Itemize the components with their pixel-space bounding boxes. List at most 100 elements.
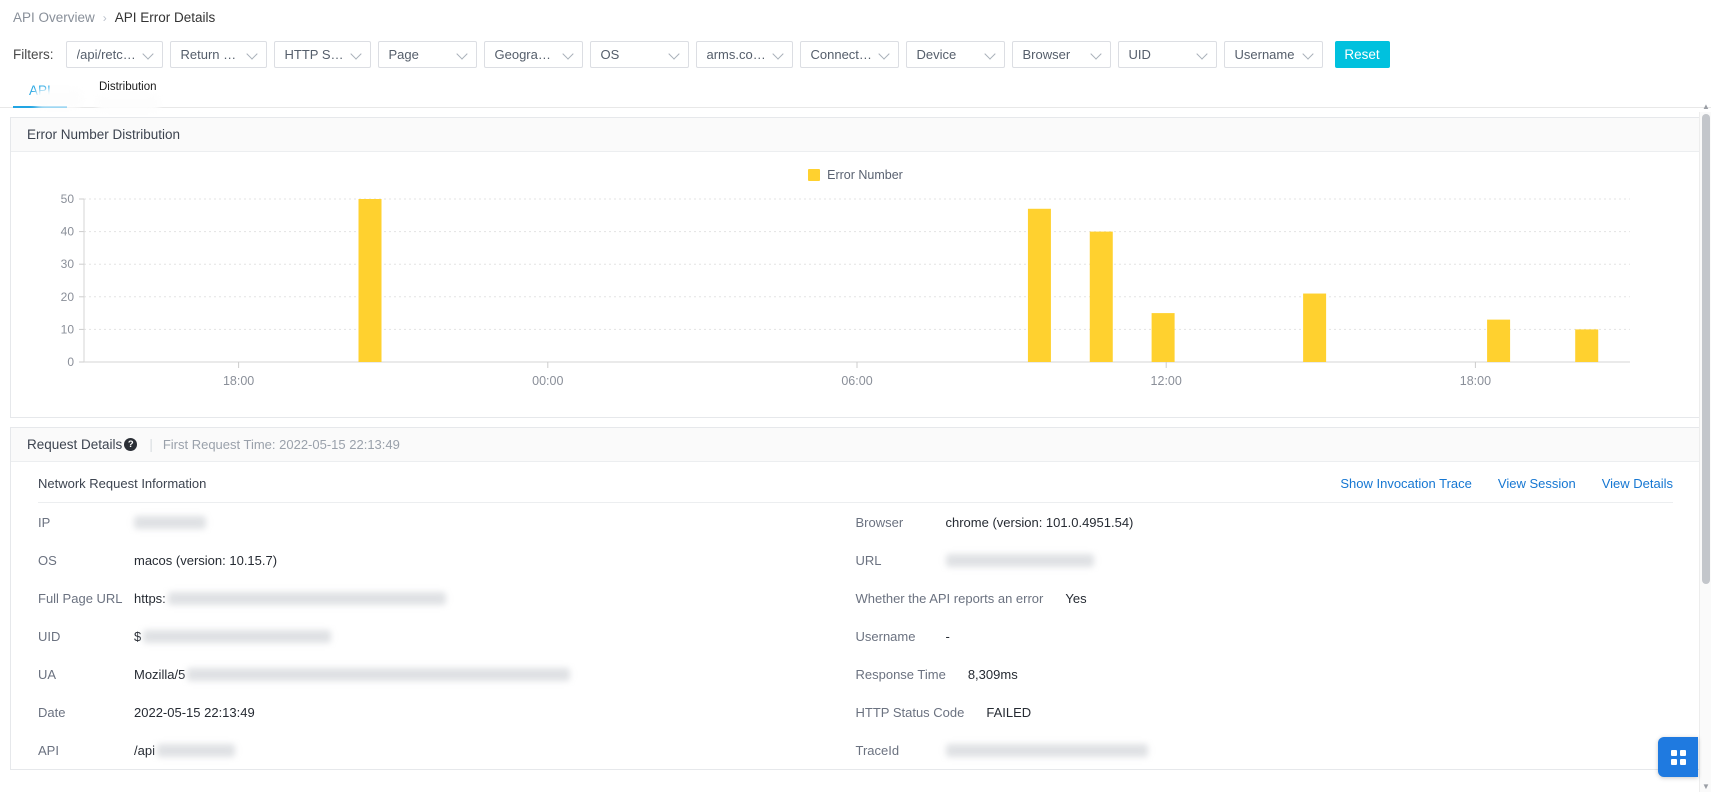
detail-row: HTTP Status Code FAILED — [856, 693, 1674, 731]
detail-value: https: — [134, 590, 166, 606]
detail-row: Username - — [856, 617, 1674, 655]
detail-value: chrome (version: 101.0.4951.54) — [945, 514, 1134, 530]
chevron-down-icon — [247, 48, 259, 60]
filter-page[interactable]: Page — [377, 40, 477, 68]
show-invocation-trace-link[interactable]: Show Invocation Trace — [1340, 476, 1472, 491]
chart-card-title: Error Number Distribution — [11, 118, 1700, 152]
detail-value: 8,309ms — [967, 666, 1018, 682]
chevron-down-icon — [143, 48, 155, 60]
filter-browser[interactable]: Browser — [1011, 40, 1111, 68]
chevron-down-icon — [457, 48, 469, 60]
chevron-down-icon — [1197, 48, 1209, 60]
detail-key: Response Time — [855, 666, 946, 682]
filter-api-path[interactable]: /api/retco... — [65, 40, 163, 68]
filter-geography[interactable]: Geography — [483, 40, 583, 68]
breadcrumb-parent[interactable]: API Overview — [13, 10, 95, 25]
detail-key: Date — [38, 704, 66, 720]
filter-connection-value: Connection 1 — [810, 46, 873, 62]
filter-username[interactable]: Username — [1223, 40, 1323, 68]
detail-row: Full Page URL https: — [38, 579, 856, 617]
detail-action-links: Show Invocation Trace View Session View … — [1340, 476, 1673, 491]
filter-geography-value: Geography — [494, 46, 557, 62]
question-mark-icon[interactable]: ? — [124, 438, 138, 451]
detail-key: URL — [855, 552, 882, 568]
chevron-down-icon — [773, 48, 785, 60]
filter-api-path-value: /api/retco... — [76, 46, 137, 62]
filter-connection[interactable]: Connection 1 — [799, 40, 899, 68]
detail-value: 2022-05-15 22:13:49 — [134, 704, 255, 720]
filter-browser-value: Browser — [1022, 46, 1071, 62]
detail-key: OS — [38, 552, 57, 568]
filter-bar: Filters: /api/retco... Return Mess HTTP … — [0, 35, 1711, 73]
error-number-distribution-card: Error Number Distribution Error Number 0… — [10, 117, 1701, 418]
filter-os-value: OS — [600, 46, 620, 62]
filter-device[interactable]: Device — [905, 40, 1005, 68]
filters-label: Filters: — [13, 46, 54, 62]
tab-redaction-a — [33, 89, 83, 108]
tab-bar: API Distribution Distribution — [0, 73, 1711, 111]
tab-distribution-label: Distribution — [99, 81, 157, 93]
svg-text:18:00: 18:00 — [1460, 374, 1491, 388]
svg-text:40: 40 — [61, 225, 75, 239]
filter-uid-value: UID — [1128, 46, 1151, 62]
svg-text:30: 30 — [61, 257, 75, 271]
detail-row: Date 2022-05-15 22:13:49 — [38, 693, 856, 731]
filter-uid[interactable]: UID — [1117, 40, 1217, 68]
filter-arms-console[interactable]: arms.cons... — [695, 40, 793, 68]
svg-text:50: 50 — [61, 192, 75, 206]
chart-body: Error Number 0 10 20 30 40 50 18:00 00:00 06:00 1… — [11, 152, 1700, 417]
detail-grid: IP OS macos (version: 10.15.7) Full Page UR… — [38, 503, 1673, 769]
breadcrumb: API Overview › API Error Details — [0, 0, 1711, 35]
detail-key: UA — [38, 666, 57, 682]
redacted-value — [167, 591, 446, 605]
chevron-down-icon — [351, 48, 363, 60]
redacted-value — [187, 667, 571, 681]
svg-text:06:00: 06:00 — [841, 374, 872, 388]
chevron-down-icon — [563, 48, 575, 60]
request-details-title: Request Details — [27, 437, 123, 452]
request-details-card: Request Details ? | First Request Time: … — [10, 427, 1701, 770]
filter-page-value: Page — [388, 46, 419, 62]
detail-row: Browser chrome (version: 101.0.4951.54) — [856, 503, 1674, 541]
filter-http-status[interactable]: HTTP Status — [273, 40, 371, 68]
filter-os[interactable]: OS — [589, 40, 689, 68]
view-session-link[interactable]: View Session — [1498, 476, 1576, 491]
detail-key: API — [38, 742, 59, 758]
redacted-value — [156, 743, 235, 757]
reset-button[interactable]: Reset — [1334, 40, 1390, 68]
detail-key: IP — [38, 514, 51, 530]
page-root: API Overview › API Error Details Filters… — [0, 0, 1711, 792]
filter-http-status-value: HTTP Status — [284, 46, 345, 62]
detail-key: HTTP Status Code — [855, 704, 965, 720]
redacted-value — [945, 553, 1094, 567]
scroll-down-arrow-icon[interactable]: ▼ — [1700, 780, 1711, 792]
detail-column-right: Browser chrome (version: 101.0.4951.54) UR… — [856, 503, 1674, 769]
detail-key: Browser — [855, 514, 904, 530]
svg-text:00:00: 00:00 — [532, 374, 563, 388]
vertical-scrollbar[interactable]: ▲ ▼ — [1699, 102, 1711, 792]
redacted-value — [134, 515, 206, 529]
detail-value: Mozilla/5 — [134, 666, 186, 682]
chevron-down-icon — [985, 48, 997, 60]
detail-key: TraceId — [855, 742, 900, 758]
chevron-down-icon — [669, 48, 681, 60]
detail-row: API/api — [38, 731, 856, 769]
filter-return-message-value: Return Mess — [180, 46, 241, 62]
scrollbar-thumb[interactable] — [1702, 114, 1710, 584]
view-details-link[interactable]: View Details — [1602, 476, 1673, 491]
apps-launcher-button[interactable] — [1658, 737, 1698, 777]
detail-key: Username — [855, 628, 916, 644]
filter-device-value: Device — [916, 46, 957, 62]
first-request-time: First Request Time: 2022-05-15 22:13:49 — [162, 437, 400, 452]
chevron-down-icon — [1303, 48, 1315, 60]
detail-row: IP — [38, 503, 856, 541]
redacted-value — [945, 743, 1148, 757]
detail-value: $ — [134, 628, 142, 644]
filter-return-message[interactable]: Return Mess — [169, 40, 267, 68]
tab-redaction-b — [96, 95, 160, 111]
scroll-up-arrow-icon[interactable]: ▲ — [1700, 100, 1711, 112]
detail-row: UA Mozilla/5 — [38, 655, 856, 693]
svg-text:12:00: 12:00 — [1151, 374, 1182, 388]
breadcrumb-separator-icon: › — [102, 10, 107, 25]
chevron-down-icon — [879, 48, 891, 60]
